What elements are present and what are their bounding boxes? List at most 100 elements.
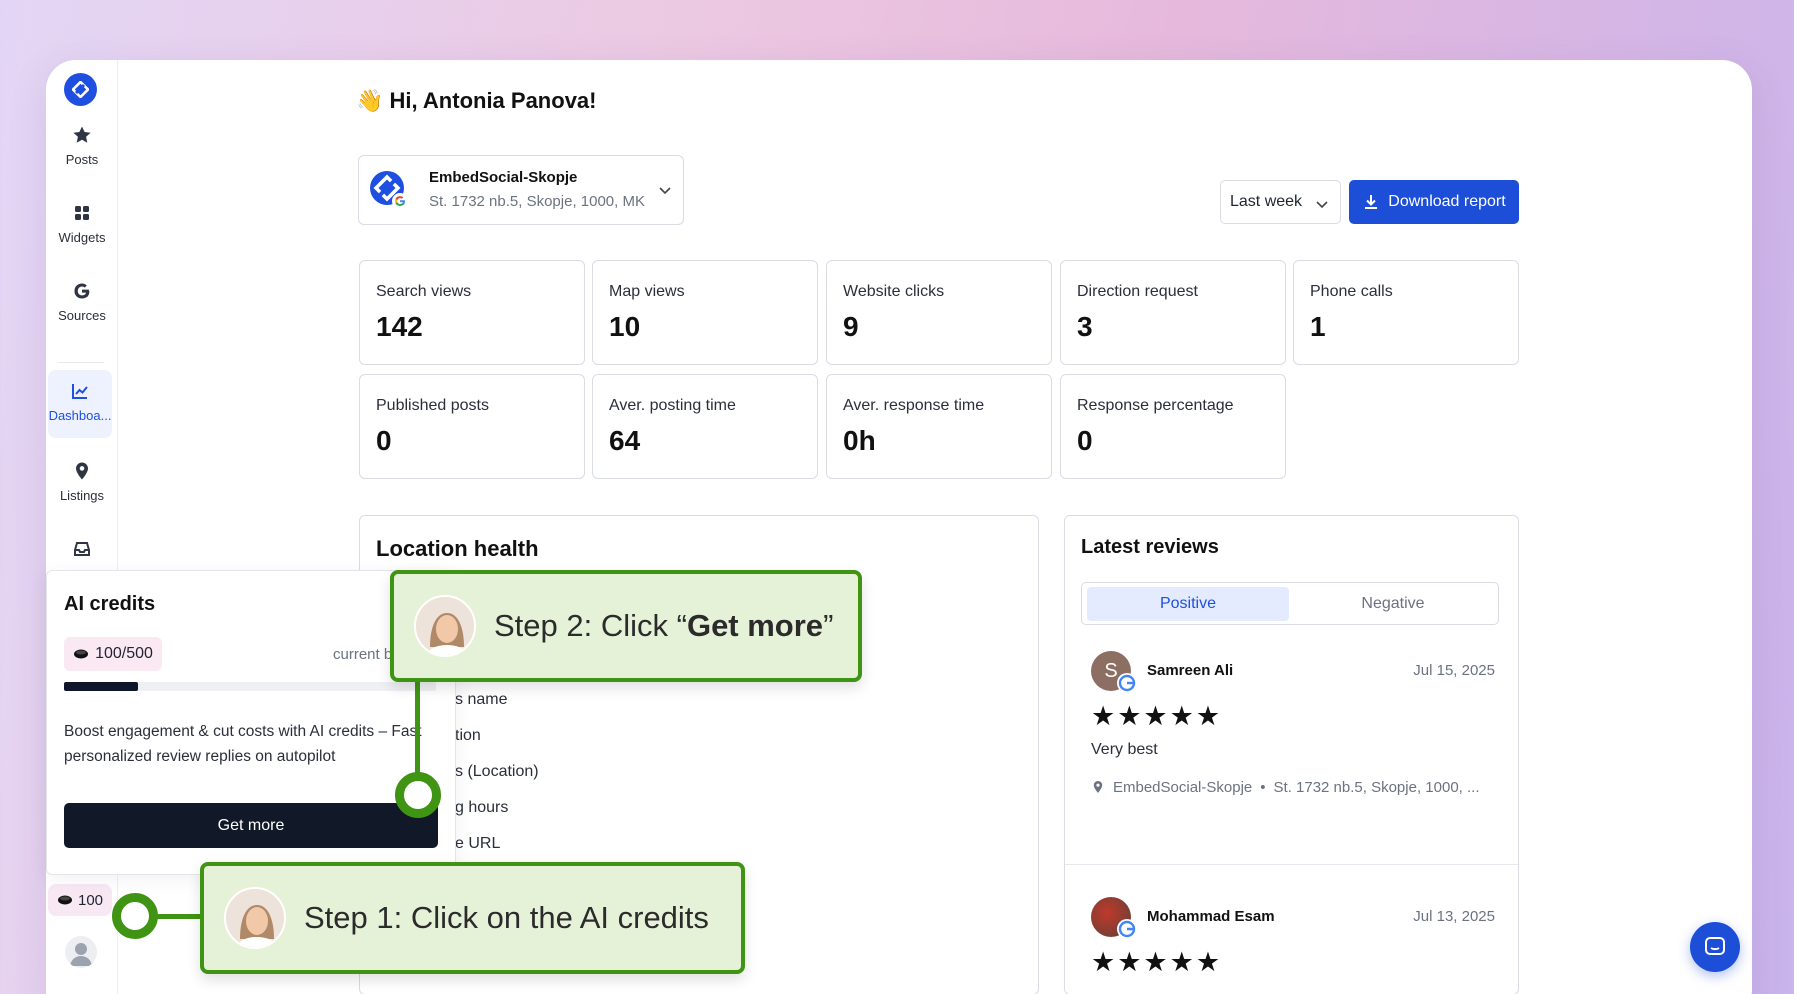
metric-label: Map views	[609, 283, 685, 300]
metric-value: 142	[376, 311, 423, 342]
metric-value: 9	[843, 311, 859, 342]
chat-button[interactable]	[1690, 922, 1740, 972]
metric-card-map-views: Map views 10	[592, 260, 818, 365]
metric-label: Website clicks	[843, 283, 945, 300]
chat-icon	[1705, 937, 1725, 955]
step-1-text: Step 1: Click on the AI credits	[304, 900, 709, 935]
callout-connector	[150, 914, 206, 919]
reviewer-name: Mohammad Esam	[1147, 908, 1275, 925]
ai-credits-pill[interactable]: 100	[48, 884, 112, 916]
coin-icon	[57, 895, 72, 905]
bullet-separator: •	[1260, 778, 1266, 796]
ai-credits-count: 100	[77, 891, 104, 909]
sidebar-item-widgets[interactable]: Widgets	[46, 202, 118, 245]
google-badge-icon	[1117, 673, 1137, 693]
latest-reviews-panel: Latest reviews Positive Negative S Samre…	[1064, 515, 1519, 994]
tab-negative[interactable]: Negative	[1292, 587, 1494, 621]
guide-face-icon	[416, 597, 474, 655]
sidebar-item-label: Listings	[59, 488, 105, 503]
sidebar-item-listings[interactable]: Listings	[46, 460, 118, 503]
review-stars: ★★★★★	[1091, 947, 1223, 977]
sidebar-item-posts[interactable]: Posts	[46, 124, 118, 167]
download-report-label: Download report	[1388, 193, 1506, 210]
ai-credits-progress	[64, 682, 436, 691]
tab-positive[interactable]: Positive	[1087, 587, 1289, 621]
sidebar-divider	[58, 362, 104, 363]
ai-credits-title: AI credits	[64, 593, 156, 615]
sidebar-item-sources[interactable]: Sources	[46, 280, 118, 323]
review-location-address: St. 1732 nb.5, Skopje, 1000, ...	[1273, 778, 1480, 796]
metric-card-average-posting-time: Aver. posting time 64	[592, 374, 818, 479]
sidebar-item-label: Widgets	[58, 230, 106, 245]
metric-value: 0	[1077, 425, 1093, 456]
metric-value: 3	[1077, 311, 1093, 342]
sidebar-item-label: Posts	[65, 152, 99, 167]
app-logo[interactable]	[64, 73, 97, 106]
metric-label: Search views	[376, 283, 472, 300]
logo-icon	[72, 81, 89, 98]
callout-dot	[112, 893, 158, 939]
metric-value: 0	[376, 425, 392, 456]
guide-face-icon	[226, 889, 284, 947]
step-2-text: Step 2: Click “Get more”	[494, 608, 834, 643]
metric-card-phone-calls: Phone calls 1	[1293, 260, 1519, 365]
metric-card-direction-request: Direction request 3	[1060, 260, 1286, 365]
review-divider	[1065, 864, 1518, 865]
metric-value: 1	[1310, 311, 1326, 342]
metric-card-search-views: Search views 142	[359, 260, 585, 365]
user-icon	[70, 943, 92, 966]
location-pin-icon	[1093, 781, 1103, 793]
location-health-title: Location health	[376, 536, 539, 561]
review-location-name: EmbedSocial-Skopje	[1113, 778, 1253, 796]
metric-card-published-posts: Published posts 0	[359, 374, 585, 479]
callout-connector	[415, 680, 420, 780]
chevron-down-icon	[659, 187, 671, 195]
reviewer-initial: S	[1104, 659, 1118, 682]
sidebar-item-inbox[interactable]	[46, 538, 118, 566]
metric-card-response-percentage: Response percentage 0	[1060, 374, 1286, 479]
ai-credits-balance: 100/500	[95, 645, 153, 662]
location-select[interactable]: EmbedSocial-Skopje St. 1732 nb.5, Skopje…	[358, 155, 684, 225]
ai-credits-progress-fill	[64, 682, 139, 691]
location-pin-icon	[76, 462, 88, 480]
metric-card-average-response-time: Aver. response time 0h	[826, 374, 1052, 479]
metric-label: Aver. response time	[843, 397, 985, 414]
metric-value: 0h	[843, 425, 876, 456]
metric-card-website-clicks: Website clicks 9	[826, 260, 1052, 365]
coin-icon	[74, 649, 89, 659]
metric-value: 10	[609, 311, 641, 342]
inbox-icon	[74, 542, 90, 556]
health-item: e URL	[455, 835, 501, 852]
sidebar-item-label: Dashboa...	[48, 408, 112, 423]
location-logo-icon	[370, 171, 408, 209]
health-item: s (Location)	[455, 763, 539, 780]
download-report-button[interactable]: Download report	[1349, 180, 1519, 224]
star-icon	[73, 126, 91, 143]
review-filter-tabs: Positive Negative	[1081, 582, 1499, 625]
ai-credits-badge: 100/500	[64, 637, 162, 671]
sidebar-item-dashboard[interactable]: Dashboa...	[48, 370, 112, 438]
metric-label: Aver. posting time	[609, 397, 736, 414]
google-icon	[74, 283, 90, 299]
guide-avatar	[224, 887, 286, 949]
avatar[interactable]	[65, 936, 97, 968]
location-address: St. 1732 nb.5, Skopje, 1000, MK	[429, 193, 645, 210]
latest-reviews-title: Latest reviews	[1081, 536, 1219, 558]
callout-dot	[395, 772, 441, 818]
review-date: Jul 13, 2025	[1413, 908, 1495, 925]
reviewer-name: Samreen Ali	[1147, 662, 1234, 679]
location-name: EmbedSocial-Skopje	[429, 169, 578, 186]
metric-label: Published posts	[376, 397, 489, 414]
metric-label: Phone calls	[1310, 283, 1393, 300]
get-more-button[interactable]: Get more	[64, 803, 438, 848]
health-item: tion	[455, 727, 481, 744]
chevron-down-icon	[1316, 201, 1328, 209]
guide-avatar	[414, 595, 476, 657]
step-2-callout: Step 2: Click “Get more”	[390, 570, 862, 682]
health-item: g hours	[455, 799, 509, 816]
health-item: s name	[455, 691, 508, 708]
period-select[interactable]: Last week	[1220, 180, 1341, 224]
metric-value: 64	[609, 425, 641, 456]
chart-icon	[72, 384, 88, 399]
review-date: Jul 15, 2025	[1413, 662, 1495, 679]
